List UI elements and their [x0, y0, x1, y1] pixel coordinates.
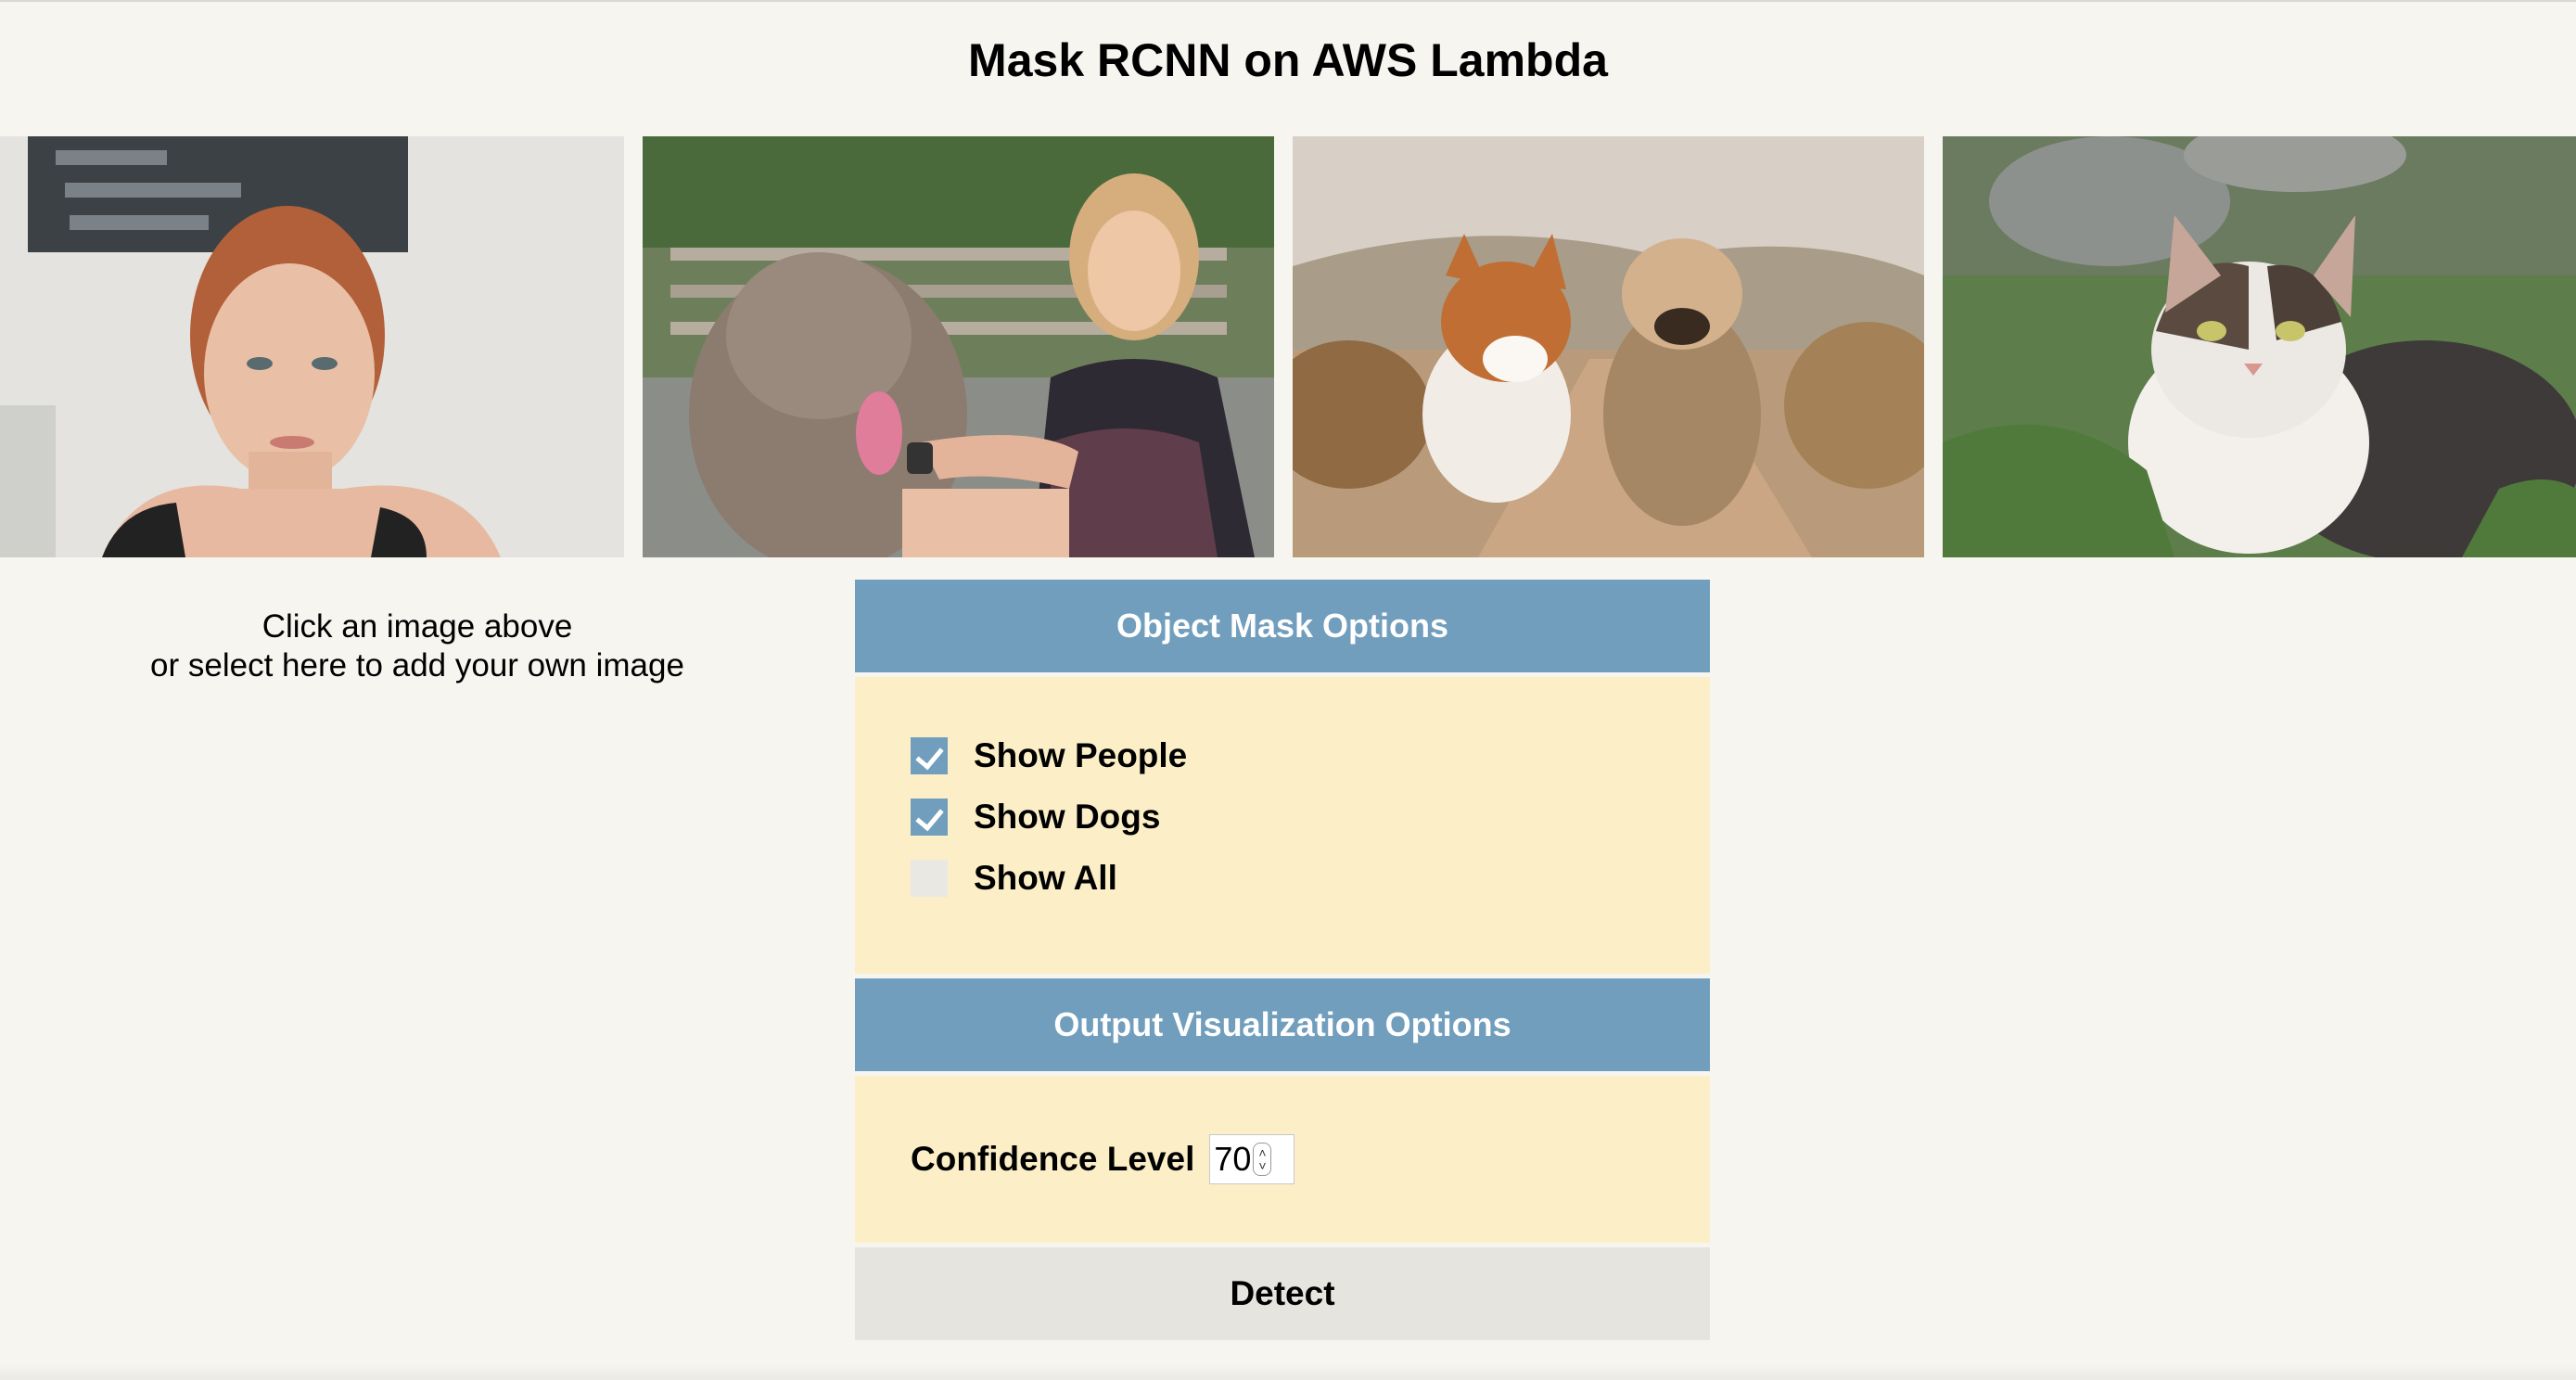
gallery-image-cat[interactable] — [1943, 136, 2576, 557]
spinner-up-icon[interactable]: ˄ — [1258, 1146, 1266, 1159]
confidence-value: 70 — [1214, 1140, 1252, 1178]
mask-options-header: Object Mask Options — [855, 580, 1710, 672]
confidence-input[interactable]: 70 ˄ ˅ — [1209, 1134, 1295, 1184]
person-dog-photo-icon — [643, 136, 1274, 557]
spinner-down-icon[interactable]: ˅ — [1258, 1159, 1266, 1172]
show-people-label: Show People — [974, 736, 1188, 774]
confidence-spinner[interactable]: ˄ ˅ — [1253, 1143, 1272, 1176]
page-title: Mask RCNN on AWS Lambda — [968, 34, 1608, 86]
upload-line-2: or select here to add your own image — [150, 647, 684, 684]
gallery-image-person[interactable] — [0, 136, 624, 557]
person-photo-icon — [0, 136, 624, 557]
show-dogs-option[interactable]: Show Dogs — [911, 796, 1160, 838]
confidence-label: Confidence Level — [911, 1140, 1195, 1178]
bottom-shadow — [0, 1363, 2576, 1380]
show-dogs-label: Show Dogs — [974, 798, 1161, 836]
show-all-checkbox[interactable] — [911, 860, 948, 897]
detect-button[interactable]: Detect — [855, 1247, 1710, 1340]
show-dogs-checkbox[interactable] — [911, 799, 948, 836]
gallery-image-dogs[interactable] — [1293, 136, 1924, 557]
viz-options-body: Confidence Level 70 ˄ ˅ — [855, 1071, 1710, 1243]
gallery-image-person-dog[interactable] — [643, 136, 1274, 557]
top-divider — [0, 0, 2576, 2]
options-panel: Object Mask Options Show People Show Dog… — [855, 580, 1710, 1340]
show-people-checkbox[interactable] — [911, 737, 948, 774]
cat-photo-icon — [1943, 136, 2576, 557]
show-all-label: Show All — [974, 859, 1117, 897]
viz-options-header: Output Visualization Options — [855, 974, 1710, 1071]
mask-options-body: Show People Show Dogs Show All — [855, 672, 1710, 974]
image-gallery — [0, 136, 2576, 557]
upload-prompt[interactable]: Click an image above or select here to a… — [0, 607, 835, 685]
show-all-option[interactable]: Show All — [911, 857, 1117, 900]
confidence-row: Confidence Level 70 ˄ ˅ — [911, 1134, 1295, 1184]
dogs-photo-icon — [1293, 136, 1924, 557]
upload-line-1: Click an image above — [261, 608, 573, 645]
show-people-option[interactable]: Show People — [911, 735, 1187, 777]
